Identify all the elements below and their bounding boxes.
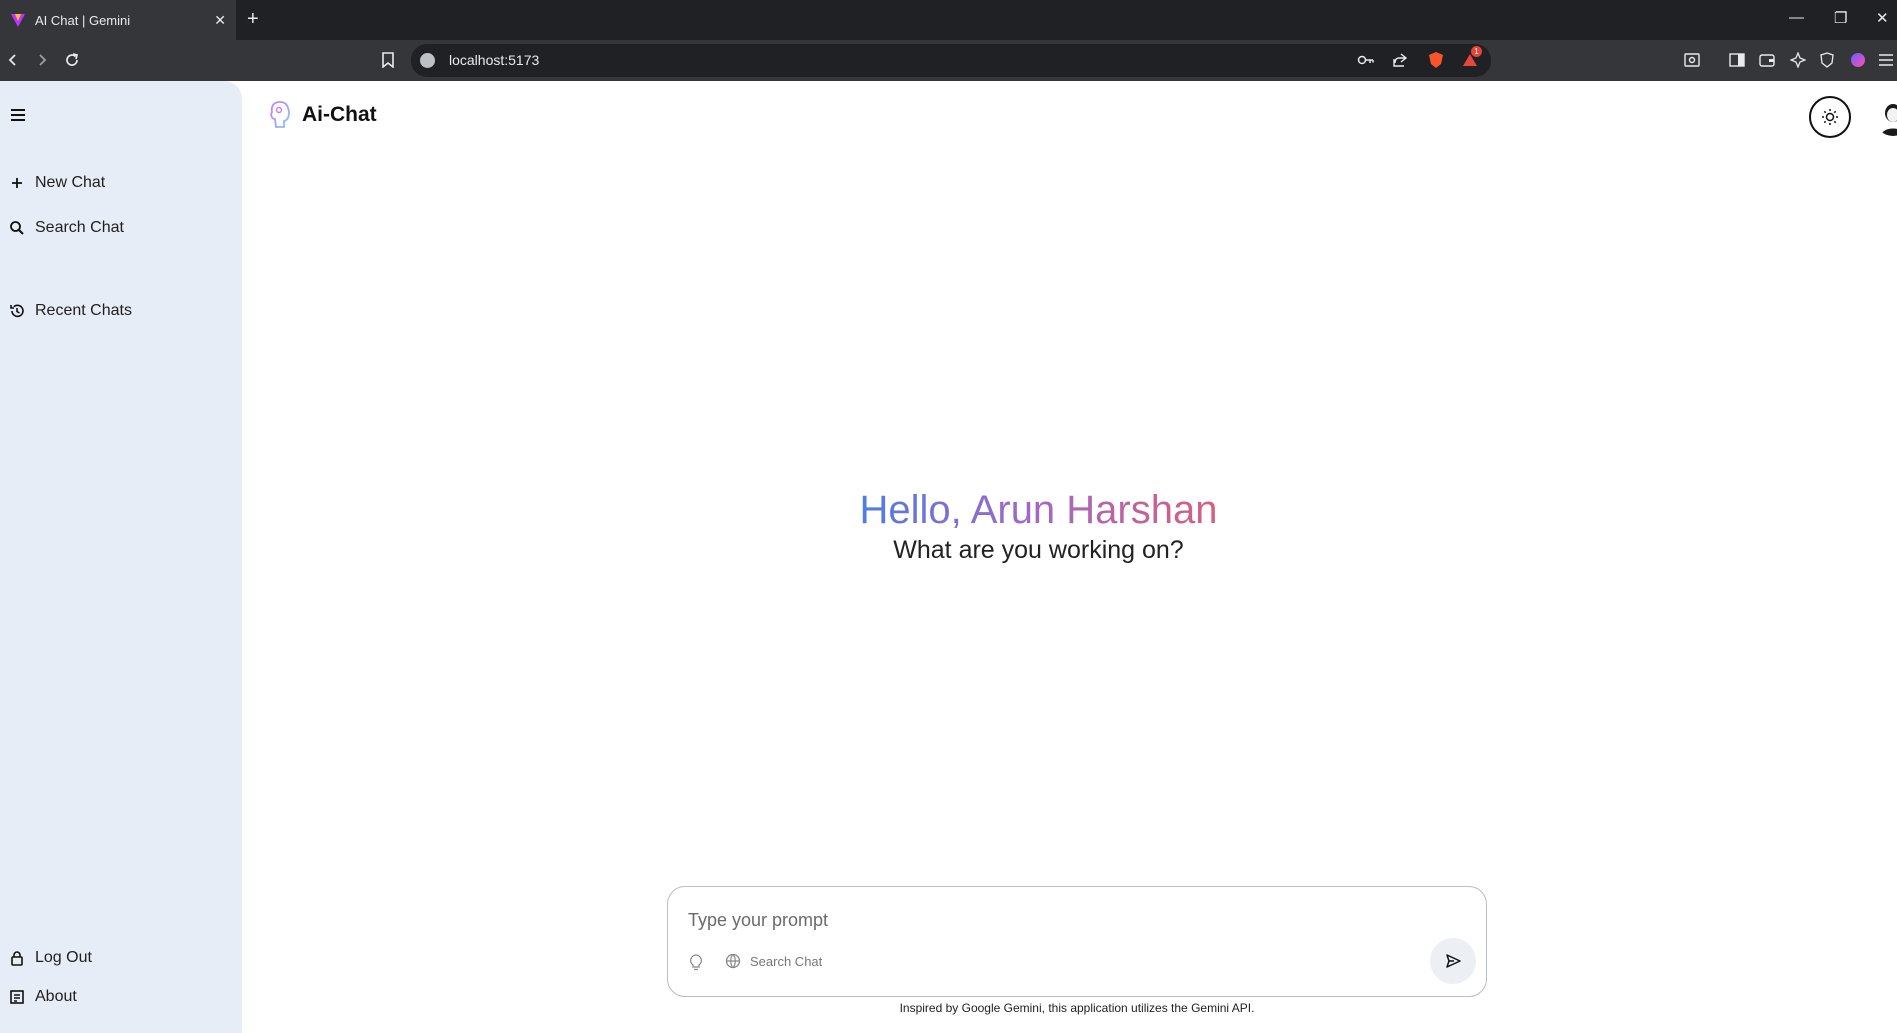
greeting-subtitle: What are you working on? (893, 536, 1184, 564)
app-title: Ai-Chat (302, 103, 377, 126)
recent-chats-button[interactable]: Recent Chats (9, 302, 132, 320)
restore-window-icon[interactable]: ❐ (1834, 9, 1847, 27)
sun-icon (1822, 109, 1838, 125)
browser-tab-bar: AI Chat | Gemini ✕ + — ❐ ✕ (0, 0, 1897, 40)
browser-menu-icon[interactable] (1876, 50, 1896, 70)
address-bar[interactable]: localhost:5173 1 (411, 44, 1491, 77)
vpn-shield-icon[interactable] (1817, 50, 1837, 70)
globe-icon (725, 953, 741, 969)
new-chat-label: New Chat (35, 174, 106, 191)
ai-brain-logo-icon (270, 101, 290, 128)
log-out-button[interactable]: Log Out (9, 949, 92, 967)
send-button[interactable] (1430, 938, 1476, 984)
password-key-icon[interactable] (1356, 50, 1376, 70)
profile-orb-icon[interactable] (1848, 50, 1868, 70)
brave-shields-icon[interactable] (1426, 50, 1446, 70)
about-label: About (35, 988, 77, 1005)
new-chat-button[interactable]: New Chat (9, 174, 105, 192)
history-icon (10, 304, 24, 318)
search-chat-tool-label: Search Chat (750, 953, 823, 969)
sidebar: New Chat Search Chat Recent Chats Log Ou… (0, 81, 242, 1033)
reload-icon[interactable] (62, 50, 82, 70)
browser-tab[interactable]: AI Chat | Gemini ✕ (0, 0, 236, 40)
app-root: New Chat Search Chat Recent Chats Log Ou… (0, 81, 1897, 1033)
search-chat-tool[interactable]: Search Chat (725, 953, 822, 969)
screenshot-icon[interactable] (1682, 50, 1702, 70)
hello-heading: Hello, Arun Harshan (859, 488, 1218, 532)
forward-icon[interactable] (32, 50, 52, 70)
hamburger-menu-icon[interactable] (9, 106, 27, 124)
recent-chats-label: Recent Chats (35, 302, 132, 319)
site-info-icon[interactable] (420, 53, 435, 68)
wallet-icon[interactable] (1757, 50, 1777, 70)
footer-note: Inspired by Google Gemini, this applicat… (899, 1001, 1255, 1015)
user-avatar[interactable] (1874, 98, 1897, 136)
plus-icon (12, 178, 22, 188)
about-document-icon (10, 990, 24, 1004)
brand: Ai-Chat (268, 99, 377, 131)
about-button[interactable]: About (9, 988, 77, 1006)
log-out-label: Log Out (35, 949, 92, 966)
greeting: Hello, Arun Harshan What are you working… (242, 486, 1835, 565)
new-tab-button[interactable]: + (247, 9, 259, 29)
tab-close-icon[interactable]: ✕ (214, 12, 226, 29)
search-chat-button[interactable]: Search Chat (9, 219, 124, 237)
prompt-box: Search Chat (667, 886, 1487, 997)
browser-toolbar: localhost:5173 1 (0, 40, 1897, 81)
back-icon[interactable] (3, 50, 23, 70)
lock-icon (11, 951, 23, 966)
minimize-window-icon[interactable]: — (1789, 9, 1804, 26)
send-icon (1446, 954, 1461, 968)
brave-rewards-icon[interactable]: 1 (1460, 46, 1482, 70)
main-content: Ai-Chat Hello, Arun Harshan What are you… (242, 81, 1897, 1033)
search-icon (10, 221, 24, 235)
sidebar-toggle-icon[interactable] (1727, 50, 1747, 70)
url-text: localhost:5173 (449, 52, 540, 68)
share-icon[interactable] (1390, 50, 1410, 70)
search-chat-label: Search Chat (35, 219, 124, 236)
user-avatar-icon (1881, 104, 1897, 136)
lightbulb-icon[interactable] (689, 954, 703, 977)
prompt-input[interactable] (688, 906, 1388, 934)
close-window-icon[interactable]: ✕ (1876, 9, 1889, 27)
bookmark-icon[interactable] (378, 50, 398, 70)
leo-ai-icon[interactable] (1788, 50, 1808, 70)
vite-logo-icon (11, 14, 25, 27)
theme-toggle-button[interactable] (1809, 96, 1851, 138)
notification-badge: 1 (1471, 46, 1482, 57)
tab-title: AI Chat | Gemini (35, 12, 131, 28)
